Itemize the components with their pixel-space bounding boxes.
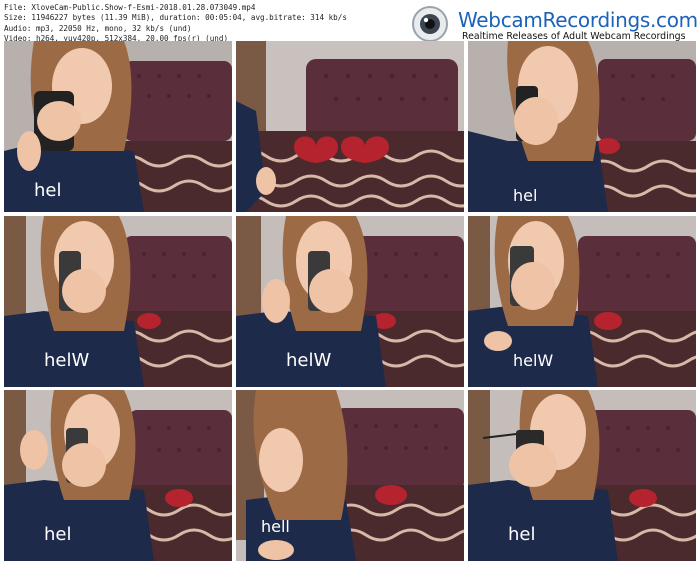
file-line: File: XloveCam-Public.Show-f-Esmi-2018.0… xyxy=(4,3,256,12)
svg-text:helW: helW xyxy=(286,350,331,371)
site-name: WebcamRecordings.com xyxy=(458,8,698,32)
thumbnail-7[interactable]: hel xyxy=(4,390,232,561)
thumbnail-2[interactable] xyxy=(236,41,464,212)
svg-text:hel: hel xyxy=(44,524,71,545)
svg-text:hel: hel xyxy=(513,186,537,205)
svg-text:hel: hel xyxy=(34,180,61,201)
size-line: Size: 11946227 bytes (11.39 MiB), durati… xyxy=(4,13,347,23)
thumbnail-3[interactable]: hel xyxy=(468,41,696,212)
thumbnail-6[interactable]: helW xyxy=(468,216,696,387)
thumbnail-5[interactable]: helW xyxy=(236,216,464,387)
thumbnail-1[interactable]: hel xyxy=(4,41,232,212)
thumbnail-8[interactable]: hell xyxy=(236,390,464,561)
thumbnail-4[interactable]: helW xyxy=(4,216,232,387)
svg-text:hel: hel xyxy=(508,524,535,545)
file-info: File: XloveCam-Public.Show-f-Esmi-2018.0… xyxy=(4,3,424,45)
svg-text:helW: helW xyxy=(44,350,89,371)
audio-line: Audio: mp3, 22050 Hz, mono, 32 kb/s (und… xyxy=(4,23,192,33)
svg-text:helW: helW xyxy=(513,351,553,370)
svg-text:hell: hell xyxy=(261,517,290,536)
brand-logo[interactable]: WebcamRecordings.com Realtime Releases o… xyxy=(400,2,698,60)
thumbnail-9[interactable]: hel xyxy=(468,390,696,561)
